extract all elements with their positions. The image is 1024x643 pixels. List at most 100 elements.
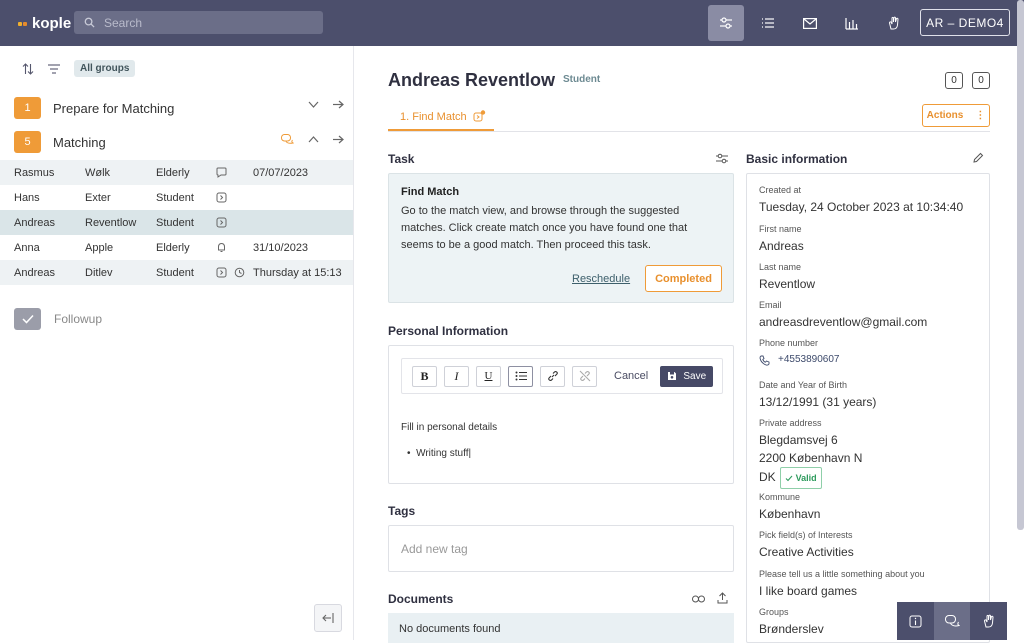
phone-link[interactable]: +4553890607	[759, 351, 839, 369]
more-vertical-icon: ⋮	[975, 110, 986, 121]
main-panel: Andreas Reventlow Student 0 0 1. Find Ma…	[355, 46, 1017, 643]
underline-icon: U	[484, 370, 493, 382]
field-last-name: Last name Reventlow	[759, 262, 815, 293]
list-icon	[762, 18, 774, 28]
bullet-list-button[interactable]	[508, 365, 533, 387]
bold-button[interactable]: B	[412, 365, 437, 387]
help-button[interactable]	[876, 5, 912, 41]
arrow-right-icon[interactable]	[333, 135, 344, 144]
underline-button[interactable]: U	[476, 365, 501, 387]
field-label: Pick field(s) of Interests	[759, 530, 853, 540]
last-name-cell: Wølk	[85, 166, 111, 179]
search-input[interactable]	[104, 15, 304, 30]
filter-icon[interactable]	[48, 63, 60, 74]
reschedule-link[interactable]: Reschedule	[572, 273, 630, 285]
italic-button[interactable]: I	[444, 365, 469, 387]
field-value: +4553890607	[778, 354, 840, 365]
editor-paragraph: Fill in personal details	[401, 422, 498, 433]
counter-badge[interactable]: 0	[972, 72, 990, 89]
address-line: 2200 København N	[759, 451, 863, 465]
collapse-panel-button[interactable]	[314, 604, 342, 632]
cancel-button[interactable]: Cancel	[614, 370, 648, 382]
link-button[interactable]	[540, 365, 565, 387]
table-row[interactable]: Hans Exter Student	[0, 185, 353, 210]
completed-button[interactable]: Completed	[645, 265, 722, 292]
italic-icon: I	[454, 368, 459, 383]
field-value: Brønderslev	[759, 622, 824, 636]
search-box[interactable]	[74, 11, 323, 34]
tab-divider	[388, 131, 990, 132]
save-button[interactable]: Save	[660, 365, 714, 387]
table-row[interactable]: Rasmus Wølk Elderly 07/07/2023	[0, 160, 353, 185]
last-name-cell: Apple	[85, 241, 114, 254]
last-name-cell: Exter	[85, 191, 111, 204]
field-value: I like board games	[759, 584, 858, 598]
messages-button[interactable]	[792, 5, 828, 41]
list-view-button[interactable]	[750, 5, 786, 41]
link-icon[interactable]	[692, 595, 705, 603]
app-logo[interactable]: kople	[18, 15, 71, 32]
search-icon	[84, 17, 95, 28]
first-name-cell: Anna	[14, 241, 40, 254]
user-menu-button[interactable]: AR – DEMO4	[920, 9, 1010, 36]
sliders-icon[interactable]	[716, 153, 728, 164]
page-scrollbar[interactable]	[1017, 0, 1024, 530]
pencil-icon[interactable]	[972, 152, 984, 164]
group-followup[interactable]: Followup	[14, 308, 102, 330]
basic-info-heading: Basic information	[746, 152, 848, 166]
field-interests: Pick field(s) of Interests Creative Acti…	[759, 530, 854, 561]
first-name-cell: Hans	[14, 191, 40, 204]
bullet-text: Writing stuff	[416, 448, 469, 459]
upload-icon[interactable]	[717, 592, 728, 604]
address-line: Blegdamsvej 6	[759, 433, 838, 447]
all-groups-filter[interactable]: All groups	[74, 60, 136, 77]
sort-icon[interactable]	[22, 62, 34, 75]
info-icon	[909, 615, 922, 627]
chevron-down-icon[interactable]	[308, 101, 319, 108]
field-about: Please tell us a little something about …	[759, 569, 925, 600]
field-created-at: Created at Tuesday, 24 October 2023 at 1…	[759, 185, 963, 216]
counter-badge[interactable]: 0	[945, 72, 963, 89]
personal-info-heading: Personal Information	[388, 324, 509, 338]
type-cell: Student	[156, 266, 194, 279]
table-row-selected[interactable]: Andreas Reventlow Student	[0, 210, 353, 235]
type-cell: Elderly	[156, 166, 190, 179]
actions-button[interactable]: Actions ⋮	[922, 104, 990, 127]
rich-text-editor[interactable]: B I U Cancel Save Fill in personal detai…	[388, 345, 734, 484]
sliders-icon	[720, 17, 732, 29]
field-private-address: Private address Blegdamsvej 6 2200 Køben…	[759, 418, 862, 489]
field-label: Last name	[759, 262, 802, 272]
chevron-up-icon[interactable]	[308, 136, 319, 143]
valid-badge: Valid	[779, 467, 822, 489]
statistics-button[interactable]	[834, 5, 870, 41]
mail-icon	[803, 17, 817, 29]
check-icon	[14, 308, 41, 330]
field-value[interactable]: andreasdreventlow@gmail.com	[759, 313, 927, 331]
tag-input[interactable]: Add new tag	[388, 525, 734, 572]
step-notification-icon	[473, 110, 485, 122]
left-panel: All groups 1 Prepare for Matching 5 Matc…	[0, 46, 354, 640]
field-groups: Groups Brønderslev	[759, 607, 824, 638]
floating-toolbar	[897, 602, 1007, 640]
clock-icon	[234, 267, 245, 281]
members-table: Rasmus Wølk Elderly 07/07/2023 Hans Exte…	[0, 160, 353, 285]
top-bar: kople AR – DEMO4	[0, 0, 1024, 46]
group-count-badge: 1	[14, 97, 41, 119]
help-button[interactable]	[970, 602, 1007, 640]
first-name-cell: Andreas	[14, 266, 55, 279]
info-button[interactable]	[897, 602, 934, 640]
chat-bubbles-icon[interactable]	[281, 134, 294, 145]
arrow-right-icon[interactable]	[333, 100, 344, 109]
save-icon	[668, 372, 677, 380]
table-row[interactable]: Andreas Ditlev Student Thursday at 15:13	[0, 260, 353, 285]
tab-find-match[interactable]: 1. Find Match	[388, 104, 494, 131]
group-matching[interactable]: 5 Matching	[14, 131, 344, 153]
table-row[interactable]: Anna Apple Elderly 31/10/2023	[0, 235, 353, 260]
group-prepare-for-matching[interactable]: 1 Prepare for Matching	[14, 97, 344, 119]
documents-empty-state: No documents found	[388, 613, 734, 643]
basic-info-card: Created at Tuesday, 24 October 2023 at 1…	[746, 173, 990, 643]
unlink-button[interactable]	[572, 365, 597, 387]
chat-button[interactable]	[933, 602, 971, 640]
tasks-view-button[interactable]	[708, 5, 744, 41]
field-value: Reventlow	[759, 277, 816, 291]
